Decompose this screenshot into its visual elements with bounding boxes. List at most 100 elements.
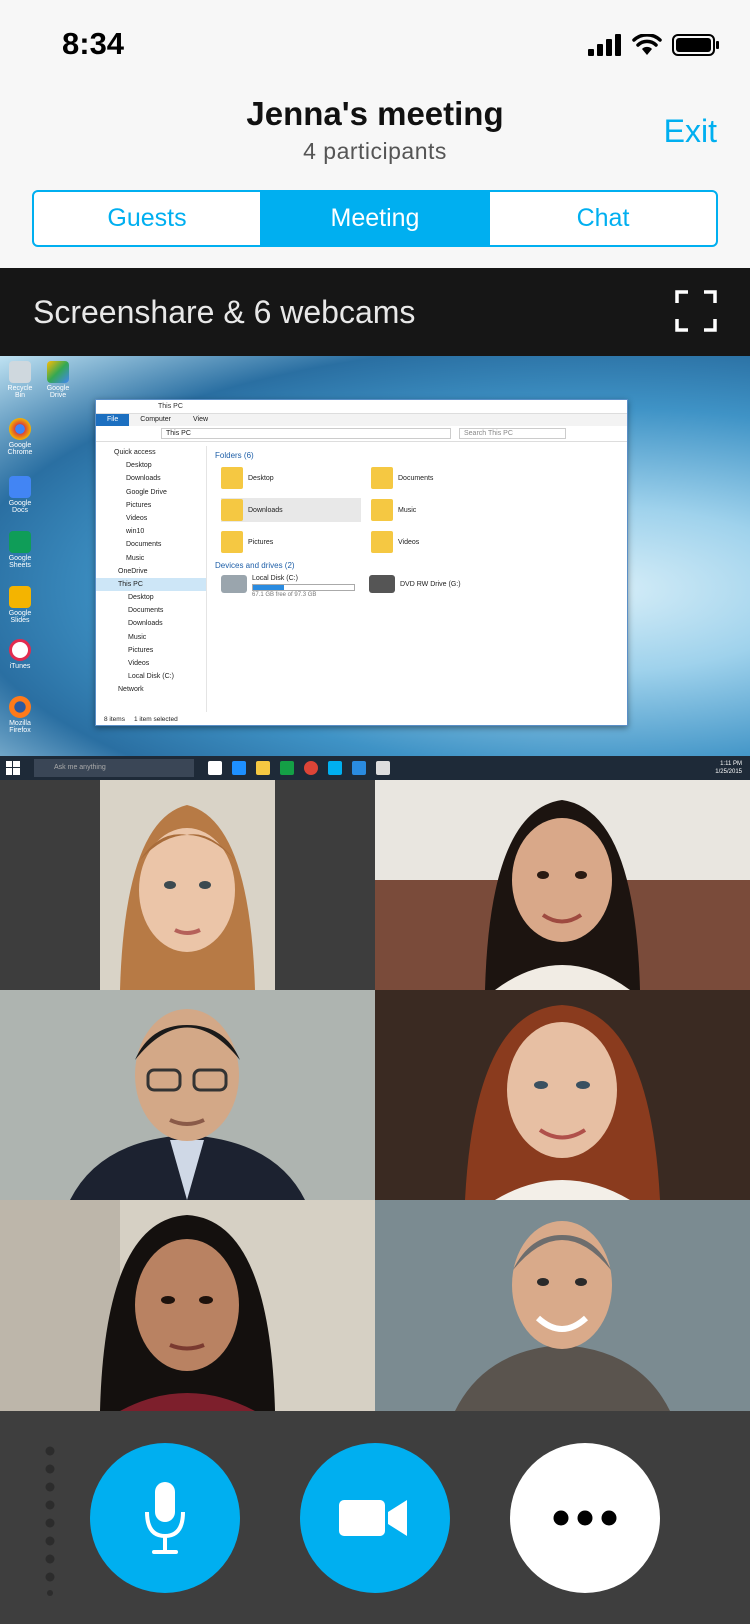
desktop-icon-itunes: iTunes: [2, 639, 38, 670]
explorer-search-box[interactable]: Search This PC: [459, 428, 566, 439]
webcam-tile-5[interactable]: [0, 1200, 375, 1411]
meeting-header: Jenna's meeting 4 participants Exit: [0, 92, 750, 172]
desktop-icon-sheets: Google Sheets: [2, 531, 38, 569]
nav-item-selected[interactable]: This PC: [96, 577, 206, 592]
nav-item[interactable]: Local Disk (C:): [96, 670, 206, 683]
fullscreen-icon[interactable]: [675, 290, 717, 332]
taskbar-clock: 1:11 PM 1/25/2015: [715, 761, 742, 775]
drives-list: Local Disk (C:) 67.1 GB free of 97.3 GB …: [221, 575, 625, 599]
photos-icon[interactable]: [352, 761, 366, 775]
explorer-address-row: This PC Search This PC: [96, 426, 627, 442]
meeting-title: Jenna's meeting: [246, 95, 504, 132]
folder-icon: [371, 531, 393, 553]
nav-item[interactable]: Documents: [96, 538, 206, 551]
hard-drive-icon: [221, 575, 247, 593]
drag-handle-icon[interactable]: [44, 1446, 56, 1596]
ribbon-file[interactable]: File: [96, 414, 130, 426]
drives-header: Devices and drives (2): [215, 561, 295, 570]
exit-button[interactable]: Exit: [664, 113, 717, 150]
folder-item[interactable]: Documents: [371, 466, 511, 490]
explorer-address-bar[interactable]: This PC: [161, 428, 451, 439]
more-options-button[interactable]: [510, 1443, 660, 1593]
drive-item[interactable]: Local Disk (C:) 67.1 GB free of 97.3 GB: [221, 575, 355, 599]
desktop-icon-firefox: Mozilla Firefox: [2, 696, 38, 734]
webcam-tile-3[interactable]: [0, 990, 375, 1200]
nav-item[interactable]: Videos: [96, 657, 206, 670]
nav-item[interactable]: Music: [96, 552, 206, 565]
nav-item[interactable]: Quick access: [96, 446, 206, 459]
nav-item[interactable]: Network: [96, 683, 206, 696]
folder-icon: [371, 467, 393, 489]
nav-item[interactable]: win10: [96, 525, 206, 538]
participant-count: 4 participants: [303, 138, 447, 164]
folder-item[interactable]: Desktop: [221, 466, 361, 490]
nav-item[interactable]: Google Drive: [96, 486, 206, 499]
nav-item[interactable]: Documents: [96, 604, 206, 617]
cortana-search[interactable]: Ask me anything: [34, 759, 194, 777]
video-camera-icon: [339, 1500, 407, 1536]
cellular-signal-icon: [588, 34, 621, 56]
ribbon-computer[interactable]: Computer: [129, 414, 182, 426]
participant-video-6: [375, 1200, 750, 1411]
video-button[interactable]: [300, 1443, 450, 1593]
webcam-tile-6[interactable]: [375, 1200, 750, 1411]
nav-item[interactable]: OneDrive: [96, 565, 206, 578]
nav-item[interactable]: Downloads: [96, 472, 206, 485]
store-icon[interactable]: [280, 761, 294, 775]
folder-icon: [371, 499, 393, 521]
google-slides-icon: [9, 586, 31, 608]
webcam-tile-4[interactable]: [375, 990, 750, 1200]
file-explorer-window[interactable]: This PC File Computer View This PC Searc…: [95, 399, 628, 726]
ribbon-view[interactable]: View: [182, 414, 219, 426]
nav-item[interactable]: Pictures: [96, 499, 206, 512]
explorer-content: Folders (6) Desktop Documents Downloads …: [215, 450, 625, 710]
nav-item[interactable]: Desktop: [96, 591, 206, 604]
desktop-icon-docs: Google Docs: [2, 476, 38, 514]
windows-start-icon[interactable]: [0, 756, 26, 780]
webcam-tile-2[interactable]: [375, 780, 750, 990]
segmented-tabs: Guests Meeting Chat: [32, 190, 718, 247]
mute-button[interactable]: [90, 1443, 240, 1593]
itunes-icon: [9, 639, 31, 661]
shared-screen[interactable]: Recycle Bin Google Drive Google Chrome G…: [0, 356, 750, 780]
folder-icon: [221, 499, 243, 521]
desktop-icon-chrome: Google Chrome: [2, 418, 38, 456]
camera-app-icon[interactable]: [376, 761, 390, 775]
folder-icon: [221, 531, 243, 553]
webcam-tile-1[interactable]: [0, 780, 375, 990]
folder-item[interactable]: Music: [371, 498, 511, 522]
screenshare-title: Screenshare & 6 webcams: [33, 294, 416, 330]
nav-item[interactable]: Downloads: [96, 617, 206, 630]
task-view-icon[interactable]: [208, 761, 222, 775]
chrome-icon: [9, 418, 31, 440]
drive-free-space: 67.1 GB free of 97.3 GB: [252, 592, 317, 598]
folder-item-selected[interactable]: Downloads: [221, 498, 361, 522]
folder-item[interactable]: Videos: [371, 530, 511, 554]
folder-item[interactable]: Pictures: [221, 530, 361, 554]
participant-video-2: [375, 780, 750, 990]
chrome-taskbar-icon[interactable]: [304, 761, 318, 775]
explorer-ribbon: File Computer View: [96, 414, 627, 426]
nav-item[interactable]: Music: [96, 631, 206, 644]
nav-item[interactable]: Videos: [96, 512, 206, 525]
explorer-title: This PC: [96, 400, 627, 414]
participant-video-5: [0, 1200, 375, 1411]
tab-meeting[interactable]: Meeting: [260, 192, 488, 245]
drive-item[interactable]: DVD RW Drive (G:): [369, 575, 461, 599]
nav-item[interactable]: Desktop: [96, 459, 206, 472]
desktop-icon-recycle-bin: Recycle Bin: [2, 361, 38, 399]
drive-name: Local Disk (C:): [252, 575, 298, 582]
tab-guests[interactable]: Guests: [34, 192, 260, 245]
desktop-icon-google-drive: Google Drive: [40, 361, 76, 399]
google-docs-icon: [9, 476, 31, 498]
edge-icon[interactable]: [232, 761, 246, 775]
google-drive-icon: [47, 361, 69, 383]
status-time: 8:34: [62, 26, 125, 61]
file-explorer-icon[interactable]: [256, 761, 270, 775]
desktop-icon-slides: Google Slides: [2, 586, 38, 624]
firefox-icon: [9, 696, 31, 718]
battery-icon: [672, 34, 719, 56]
tab-chat[interactable]: Chat: [488, 192, 716, 245]
skype-icon[interactable]: [328, 761, 342, 775]
nav-item[interactable]: Pictures: [96, 644, 206, 657]
